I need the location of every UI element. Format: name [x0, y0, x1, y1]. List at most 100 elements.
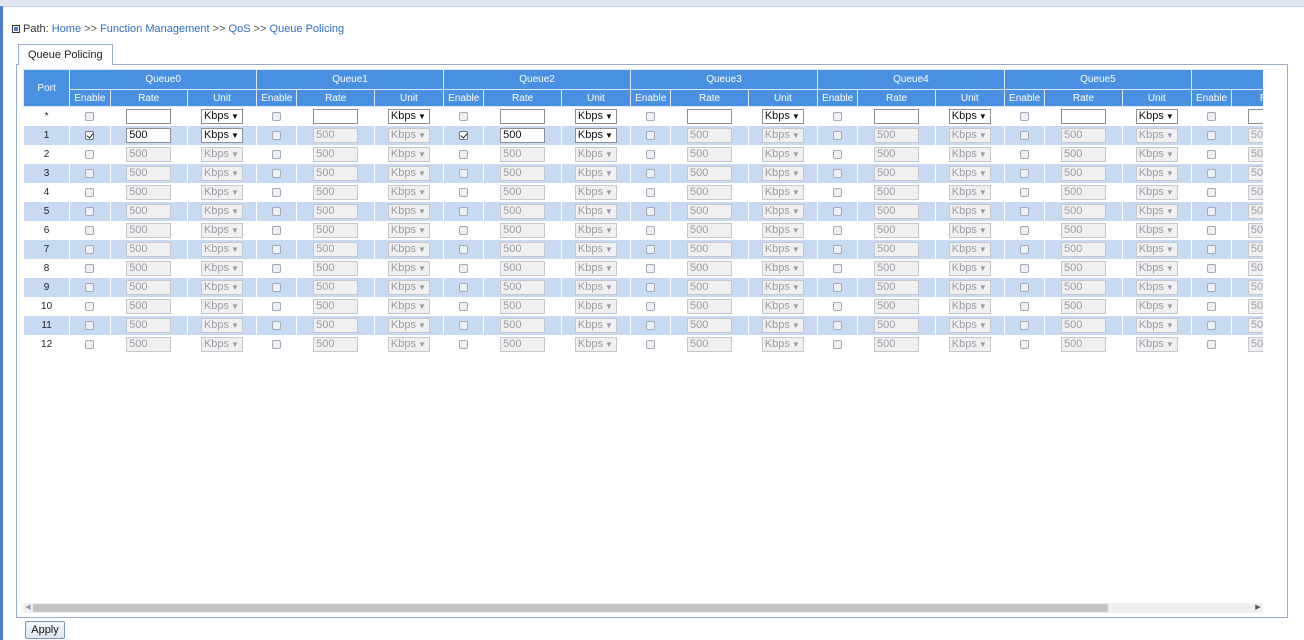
- breadcrumb-home-link[interactable]: Home: [52, 23, 81, 35]
- horizontal-scrollbar[interactable]: ◀ ▶: [23, 603, 1263, 613]
- enable-checkbox[interactable]: [1020, 150, 1030, 160]
- enable-checkbox[interactable]: [833, 112, 843, 122]
- enable-checkbox[interactable]: [272, 283, 282, 293]
- enable-checkbox[interactable]: [646, 321, 656, 331]
- enable-checkbox[interactable]: [459, 283, 469, 293]
- enable-checkbox[interactable]: [85, 321, 95, 331]
- enable-checkbox[interactable]: [1207, 131, 1217, 141]
- enable-checkbox[interactable]: [1020, 321, 1030, 331]
- enable-checkbox[interactable]: [833, 150, 843, 160]
- enable-checkbox[interactable]: [272, 302, 282, 312]
- enable-checkbox[interactable]: [459, 169, 469, 179]
- enable-checkbox[interactable]: [1207, 321, 1217, 331]
- enable-checkbox[interactable]: [1020, 112, 1030, 122]
- enable-checkbox[interactable]: [1020, 226, 1030, 236]
- breadcrumb-function-management-link[interactable]: Function Management: [100, 23, 209, 35]
- enable-checkbox[interactable]: [646, 302, 656, 312]
- enable-checkbox[interactable]: [833, 264, 843, 274]
- enable-checkbox[interactable]: [272, 131, 282, 141]
- enable-checkbox[interactable]: [85, 207, 95, 217]
- enable-checkbox[interactable]: [85, 264, 95, 274]
- enable-checkbox[interactable]: [459, 207, 469, 217]
- enable-checkbox[interactable]: [646, 150, 656, 160]
- rate-input[interactable]: [500, 109, 546, 124]
- enable-checkbox[interactable]: [85, 245, 95, 255]
- enable-checkbox[interactable]: [1207, 283, 1217, 293]
- enable-checkbox[interactable]: [459, 112, 469, 122]
- unit-select[interactable]: Kbps ▼: [200, 128, 243, 143]
- enable-checkbox[interactable]: [85, 150, 95, 160]
- enable-checkbox[interactable]: [1020, 340, 1030, 350]
- breadcrumb-qos-link[interactable]: QoS: [229, 23, 251, 35]
- enable-checkbox[interactable]: [1207, 207, 1217, 217]
- apply-button[interactable]: Apply: [25, 621, 65, 639]
- enable-checkbox[interactable]: [646, 264, 656, 274]
- enable-checkbox[interactable]: [459, 245, 469, 255]
- unit-select[interactable]: Kbps ▼: [200, 109, 243, 124]
- scroll-left-arrow-icon[interactable]: ◀: [23, 603, 33, 613]
- enable-checkbox[interactable]: [459, 302, 469, 312]
- rate-input[interactable]: [313, 109, 359, 124]
- enable-checkbox[interactable]: [272, 188, 282, 198]
- enable-checkbox[interactable]: [833, 302, 843, 312]
- enable-checkbox[interactable]: [646, 207, 656, 217]
- enable-checkbox[interactable]: [85, 131, 95, 141]
- enable-checkbox[interactable]: [1207, 112, 1217, 122]
- rate-input[interactable]: [874, 109, 919, 124]
- enable-checkbox[interactable]: [459, 340, 469, 350]
- rate-input[interactable]: [126, 109, 172, 124]
- breadcrumb-queue-policing-link[interactable]: Queue Policing: [270, 23, 345, 35]
- enable-checkbox[interactable]: [1020, 245, 1030, 255]
- enable-checkbox[interactable]: [833, 283, 843, 293]
- enable-checkbox[interactable]: [272, 150, 282, 160]
- enable-checkbox[interactable]: [85, 302, 95, 312]
- enable-checkbox[interactable]: [272, 169, 282, 179]
- enable-checkbox[interactable]: [833, 226, 843, 236]
- unit-select[interactable]: Kbps ▼: [948, 109, 991, 124]
- enable-checkbox[interactable]: [1207, 340, 1217, 350]
- enable-checkbox[interactable]: [272, 321, 282, 331]
- rate-input[interactable]: [1060, 109, 1106, 124]
- scrollbar-thumb[interactable]: [33, 604, 1108, 612]
- enable-checkbox[interactable]: [646, 245, 656, 255]
- rate-input[interactable]: [687, 109, 733, 124]
- enable-checkbox[interactable]: [833, 245, 843, 255]
- scroll-right-arrow-icon[interactable]: ▶: [1253, 603, 1263, 613]
- enable-checkbox[interactable]: [272, 112, 282, 122]
- enable-checkbox[interactable]: [1207, 169, 1217, 179]
- enable-checkbox[interactable]: [1020, 131, 1030, 141]
- enable-checkbox[interactable]: [85, 283, 95, 293]
- enable-checkbox[interactable]: [833, 207, 843, 217]
- enable-checkbox[interactable]: [85, 169, 95, 179]
- enable-checkbox[interactable]: [833, 131, 843, 141]
- enable-checkbox[interactable]: [1020, 283, 1030, 293]
- enable-checkbox[interactable]: [1207, 150, 1217, 160]
- rate-input[interactable]: [1247, 109, 1263, 124]
- rate-input[interactable]: 500: [126, 128, 172, 143]
- enable-checkbox[interactable]: [1020, 302, 1030, 312]
- enable-checkbox[interactable]: [1020, 188, 1030, 198]
- unit-select[interactable]: Kbps ▼: [574, 128, 617, 143]
- enable-checkbox[interactable]: [272, 264, 282, 274]
- enable-checkbox[interactable]: [833, 169, 843, 179]
- enable-checkbox[interactable]: [646, 283, 656, 293]
- enable-checkbox[interactable]: [1020, 264, 1030, 274]
- unit-select[interactable]: Kbps ▼: [574, 109, 617, 124]
- enable-checkbox[interactable]: [272, 207, 282, 217]
- enable-checkbox[interactable]: [646, 226, 656, 236]
- unit-select[interactable]: Kbps ▼: [387, 109, 430, 124]
- enable-checkbox[interactable]: [459, 226, 469, 236]
- enable-checkbox[interactable]: [459, 264, 469, 274]
- rate-input[interactable]: 500: [500, 128, 546, 143]
- enable-checkbox[interactable]: [833, 188, 843, 198]
- enable-checkbox[interactable]: [272, 226, 282, 236]
- unit-select[interactable]: Kbps ▼: [1135, 109, 1178, 124]
- enable-checkbox[interactable]: [85, 226, 95, 236]
- enable-checkbox[interactable]: [459, 321, 469, 331]
- enable-checkbox[interactable]: [1207, 245, 1217, 255]
- enable-checkbox[interactable]: [1207, 264, 1217, 274]
- enable-checkbox[interactable]: [85, 188, 95, 198]
- enable-checkbox[interactable]: [833, 340, 843, 350]
- tab-queue-policing[interactable]: Queue Policing: [18, 44, 113, 65]
- enable-checkbox[interactable]: [459, 131, 469, 141]
